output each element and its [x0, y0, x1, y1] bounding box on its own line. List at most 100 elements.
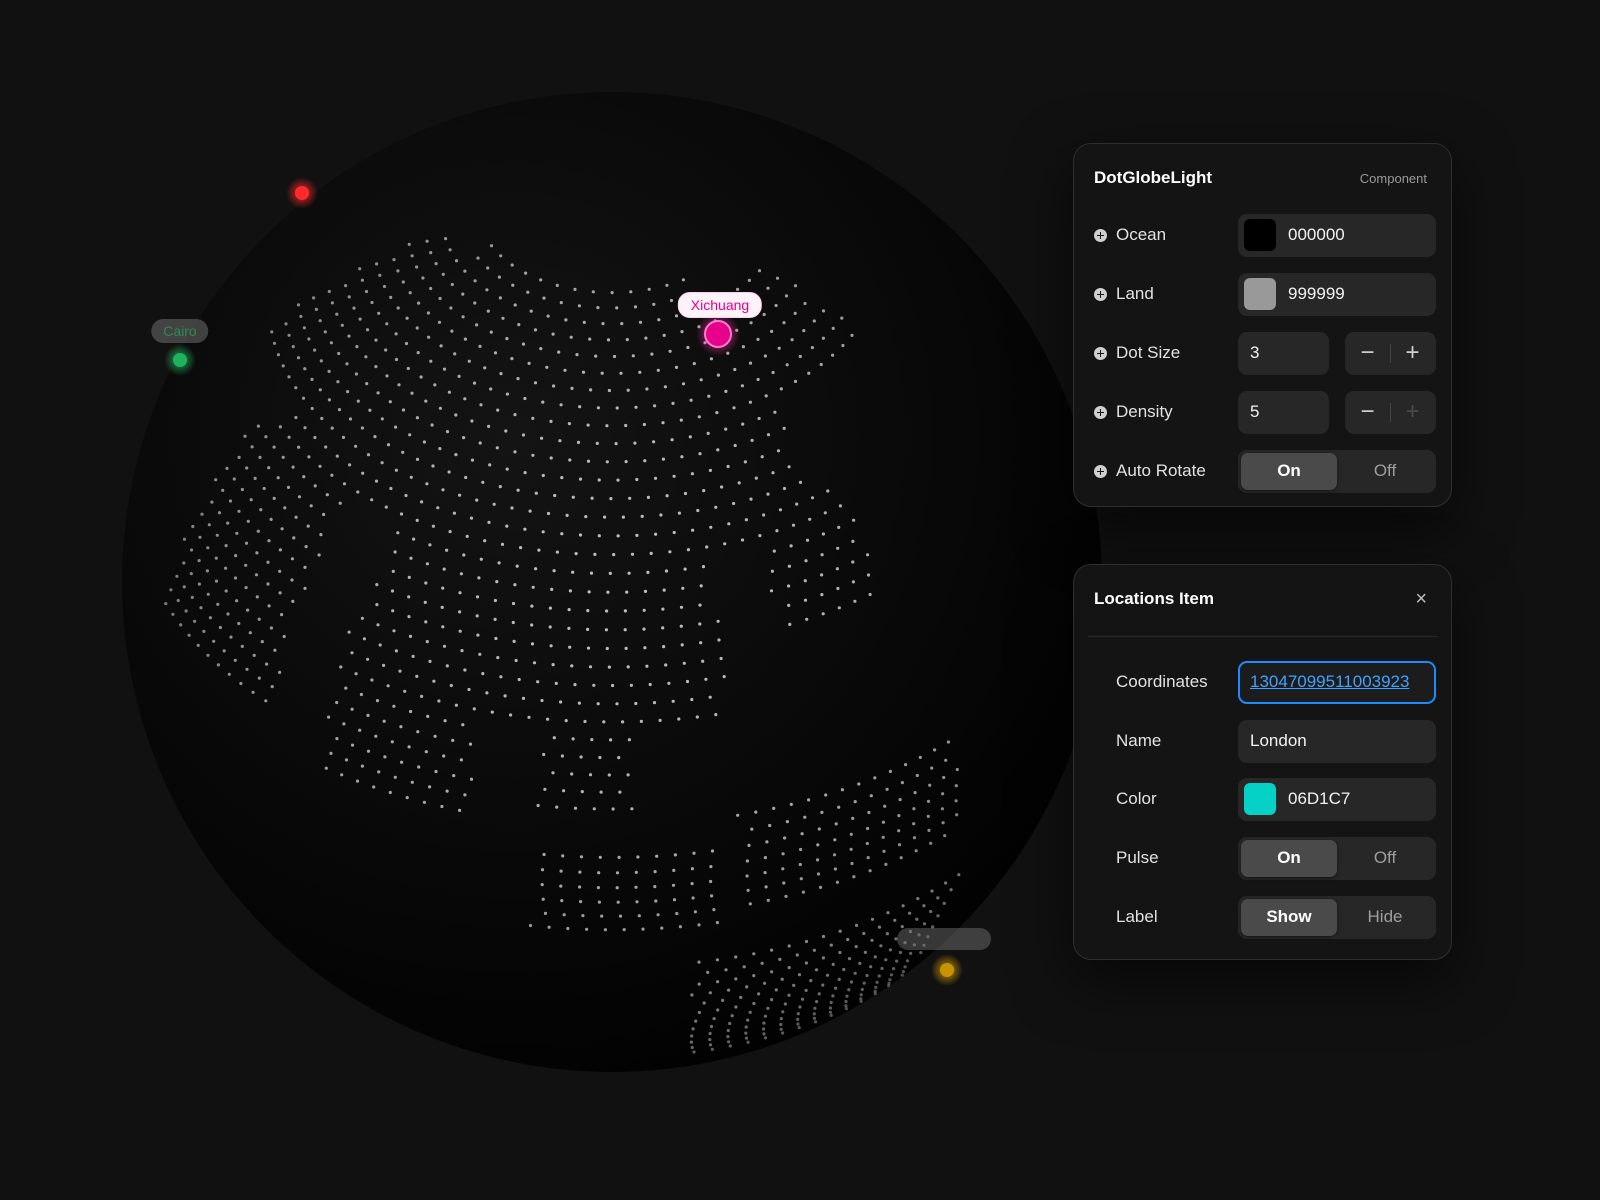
land-dot: [900, 781, 905, 785]
dot-size-stepper[interactable]: − +: [1345, 331, 1436, 375]
land-dot: [329, 751, 333, 756]
land-dot: [657, 318, 661, 322]
auto-rotate-toggle[interactable]: On Off: [1238, 449, 1436, 493]
land-dot: [515, 564, 519, 568]
location-swatch[interactable]: [1244, 783, 1276, 815]
land-dot: [588, 665, 593, 669]
land-dot: [546, 717, 550, 721]
land-dot: [399, 725, 403, 729]
location-color-value[interactable]: 06D1C7: [1288, 789, 1350, 809]
add-variable-icon[interactable]: [1094, 464, 1107, 478]
land-dot: [836, 546, 840, 550]
land-dot: [781, 852, 785, 856]
land-dot: [245, 466, 249, 470]
land-dot: [603, 928, 608, 932]
land-dot: [586, 627, 590, 632]
pulse-off[interactable]: Off: [1337, 840, 1433, 877]
land-dot: [602, 720, 606, 724]
dot-size-input[interactable]: 3: [1238, 331, 1329, 375]
land-dot: [428, 785, 432, 789]
land-dot: [852, 518, 856, 522]
pulse-toggle[interactable]: On Off: [1238, 836, 1436, 880]
name-field[interactable]: London: [1238, 719, 1436, 763]
land-dot: [441, 272, 445, 276]
land-dot: [164, 602, 168, 606]
land-dot: [586, 609, 590, 613]
ocean-color-field[interactable]: 000000: [1238, 213, 1436, 257]
dot-size-value[interactable]: 3: [1250, 343, 1259, 363]
increment-button[interactable]: +: [1390, 341, 1435, 365]
decrement-button[interactable]: −: [1345, 400, 1390, 424]
land-dot: [262, 486, 266, 491]
cairo-label[interactable]: Cairo: [151, 319, 209, 343]
name-value[interactable]: London: [1238, 731, 1307, 751]
land-dot: [640, 514, 644, 519]
label-hide[interactable]: Hide: [1337, 899, 1433, 936]
coordinates-input[interactable]: [1240, 672, 1434, 692]
land-dot: [553, 493, 557, 498]
pulse-on[interactable]: On: [1241, 839, 1337, 877]
land-dot: [214, 556, 218, 560]
land-dot: [798, 1005, 802, 1009]
location-color-field[interactable]: 06D1C7: [1238, 777, 1436, 821]
add-variable-icon[interactable]: [1094, 287, 1107, 301]
land-dot: [510, 357, 514, 361]
increment-button[interactable]: +: [1390, 400, 1435, 424]
land-dot: [314, 307, 318, 311]
land-dot: [671, 401, 675, 405]
decrement-button[interactable]: −: [1345, 341, 1390, 365]
land-dot: [545, 365, 549, 369]
land-dot: [433, 383, 437, 387]
land-dot: [844, 1004, 848, 1008]
add-variable-icon[interactable]: [1094, 228, 1107, 242]
land-dot: [257, 676, 261, 680]
yellow-marker-label[interactable]: [897, 928, 991, 950]
land-dot: [313, 348, 317, 352]
ocean-value[interactable]: 000000: [1288, 225, 1345, 245]
land-dot: [577, 304, 582, 308]
land-dot: [347, 295, 351, 299]
land-dot: [837, 977, 841, 982]
land-dot: [251, 690, 255, 694]
close-icon[interactable]: ×: [1415, 589, 1427, 609]
land-dot: [897, 814, 901, 818]
land-dot: [715, 958, 720, 962]
land-dot: [760, 961, 764, 965]
land-dot: [634, 701, 638, 706]
land-dot: [500, 542, 505, 547]
land-dot: [384, 348, 388, 352]
land-dot: [682, 661, 686, 665]
auto-rotate-off[interactable]: Off: [1337, 453, 1433, 490]
land-value[interactable]: 999999: [1288, 284, 1345, 304]
land-dot: [429, 251, 433, 255]
land-dot: [691, 528, 695, 532]
land-dot: [747, 278, 752, 282]
density-stepper[interactable]: − +: [1345, 390, 1436, 434]
land-dot: [668, 550, 672, 554]
density-value[interactable]: 5: [1250, 402, 1259, 422]
land-dot: [834, 822, 838, 826]
land-dot: [835, 880, 840, 884]
land-dot: [868, 869, 872, 873]
density-input[interactable]: 5: [1238, 390, 1329, 434]
land-swatch[interactable]: [1244, 278, 1276, 310]
add-variable-icon[interactable]: [1094, 405, 1107, 419]
land-dot: [235, 531, 239, 535]
land-dot: [422, 800, 426, 804]
land-dot: [324, 445, 328, 449]
land-color-field[interactable]: 999999: [1238, 272, 1436, 316]
cairo-dot: [173, 353, 187, 367]
ocean-swatch[interactable]: [1244, 219, 1276, 251]
land-dot: [281, 455, 285, 459]
xichuang-label[interactable]: Xichuang: [677, 292, 763, 318]
label-toggle[interactable]: Show Hide: [1238, 895, 1436, 939]
land-dot: [873, 776, 877, 780]
land-dot: [450, 282, 454, 287]
land-dot: [866, 826, 870, 831]
label-show[interactable]: Show: [1241, 898, 1337, 936]
coordinates-field[interactable]: [1238, 660, 1436, 704]
auto-rotate-on[interactable]: On: [1241, 452, 1337, 490]
add-variable-icon[interactable]: [1094, 346, 1107, 360]
land-dot: [708, 1031, 712, 1036]
land-dot: [478, 441, 482, 445]
